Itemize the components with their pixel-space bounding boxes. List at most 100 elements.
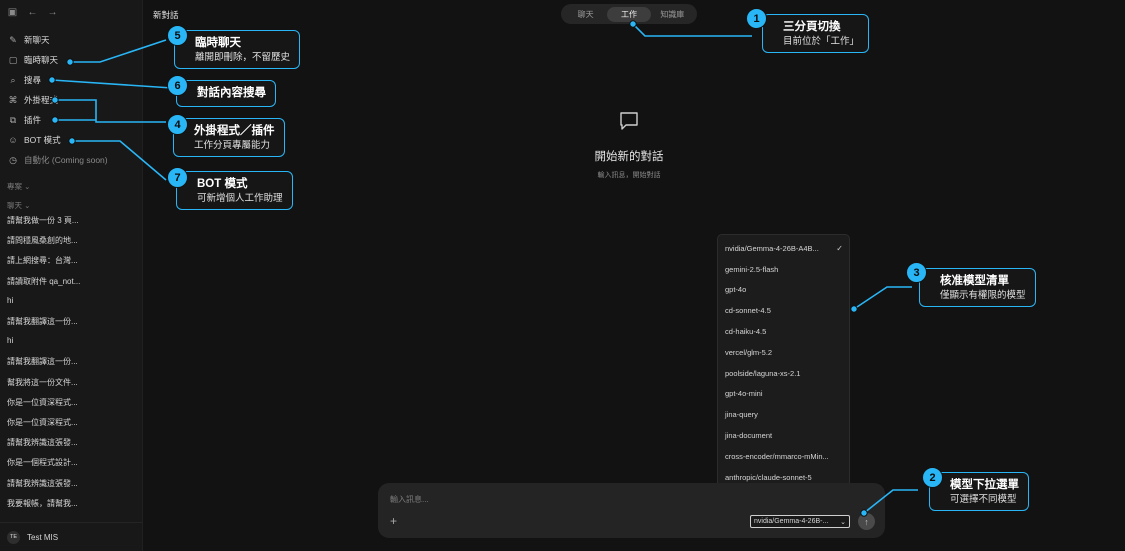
chat-bubble-icon (620, 112, 638, 130)
chevron-down-icon: ⌄ (840, 518, 846, 526)
model-option[interactable]: jina-document (718, 425, 849, 446)
user-name: Test MIS (27, 532, 59, 542)
callout-title: 外掛程式／插件 (194, 125, 275, 137)
model-option-label: jina-document (725, 431, 773, 441)
sidebar-item-label: BOT 模式 (24, 135, 61, 145)
sidebar-item-automation: ◷ 自動化 (Coming soon) (7, 151, 137, 169)
projects-header[interactable]: 專案 ⌄ (7, 181, 30, 192)
chat-history-item[interactable]: hi (7, 336, 137, 345)
callout-desc: 可選擇不同模型 (950, 494, 1017, 505)
model-option-label: gpt-4o-mini (725, 389, 763, 399)
plugin-icon: ⌘ (8, 94, 18, 105)
message-composer: 輸入訊息... + nvidia/Gemma-4-26B-... ⌄ ↑ (378, 483, 885, 538)
panel-icon[interactable]: ▣ (7, 7, 18, 18)
model-option-label: vercel/glm-5.2 (725, 347, 773, 357)
sidebar: ▣ ← → ✎ 新聊天 ▢ 臨時聊天 ⌕ 搜尋 ⌘ 外掛程式 ⧉ 插件 ☺ BO… (0, 0, 143, 551)
model-dropdown-menu: nvidia/Gemma-4-26B-A4B... ✓ gemini-2.5-fla… (717, 234, 850, 512)
tab-work[interactable]: 工作 (607, 6, 651, 22)
callout-desc: 離開即刪除，不留歷史 (195, 52, 291, 63)
model-select-value: nvidia/Gemma-4-26B-... (754, 518, 829, 525)
tab-knowledge[interactable]: 知識庫 (651, 7, 694, 22)
sidebar-item-label: 插件 (24, 115, 42, 125)
forward-icon[interactable]: → (47, 7, 58, 18)
model-option[interactable]: cd-haiku-4.5 (718, 321, 849, 342)
chat-history-item[interactable]: 幫我將這一份文件... (7, 377, 137, 388)
callout-badge: 4 (167, 114, 188, 135)
sidebar-item-bot-mode[interactable]: ☺ BOT 模式 (7, 131, 137, 149)
chat-history-item[interactable]: 請幫我翻譯這一份... (7, 316, 137, 327)
chats-header[interactable]: 聊天 ⌄ (7, 200, 30, 211)
callout-badge: 5 (167, 25, 188, 46)
sidebar-item-extensions[interactable]: ⧉ 插件 (7, 111, 137, 129)
send-button[interactable]: ↑ (858, 513, 875, 530)
chat-history-item[interactable]: 請幫我做一份 3 頁... (7, 215, 137, 226)
puzzle-icon: ⧉ (9, 114, 17, 125)
chat-history-item[interactable]: hi (7, 296, 137, 305)
tab-chat[interactable]: 聊天 (564, 7, 607, 22)
callout-badge: 6 (167, 75, 188, 96)
sidebar-toolbar: ▣ ← → (7, 7, 58, 18)
callout-6: 對話內容搜尋 (176, 80, 276, 107)
callout-1: 三分頁切換 目前位於「工作」 (762, 14, 870, 53)
model-option[interactable]: nvidia/Gemma-4-26B-A4B... ✓ (718, 238, 849, 259)
sidebar-item-search[interactable]: ⌕ 搜尋 (7, 71, 137, 89)
chat-history-item[interactable]: 請幫我翻譯這一份... (7, 356, 137, 367)
callout-title: 對話內容搜尋 (197, 87, 266, 99)
edit-icon: ✎ (9, 34, 17, 45)
model-option-label: gpt-4o (725, 285, 747, 295)
model-select[interactable]: nvidia/Gemma-4-26B-... ⌄ (750, 515, 850, 528)
chat-history-item[interactable]: 請問穩風桑創的地... (7, 235, 137, 246)
callout-badge: 3 (906, 262, 927, 283)
model-option-label: cross-encoder/mmarco-mMin... (725, 451, 829, 461)
callout-badge: 7 (167, 167, 188, 188)
callout-4: 外掛程式／插件 工作分頁專屬能力 (173, 118, 285, 157)
callout-5: 臨時聊天 離開即刪除，不留歷史 (174, 30, 301, 69)
model-option[interactable]: jina-query (718, 404, 849, 425)
sidebar-item-label: 外掛程式 (24, 95, 59, 105)
model-option-label: gemini-2.5-flash (725, 264, 779, 274)
model-option[interactable]: cd-sonnet-4.5 (718, 300, 849, 321)
callout-title: 核准模型清單 (940, 275, 1009, 287)
message-input[interactable]: 輸入訊息... (390, 494, 429, 505)
sidebar-item-label: 臨時聊天 (24, 55, 59, 65)
avatar: TE (7, 530, 20, 544)
model-option[interactable]: poolside/laguna-xs-2.1 (718, 363, 849, 384)
model-option-label: cd-sonnet-4.5 (725, 306, 771, 316)
connector-1 (632, 23, 752, 37)
chat-history-item[interactable]: 請上網搜尋：台灣... (7, 255, 137, 266)
chat-history-item[interactable]: 我要報帳，請幫我... (7, 498, 137, 509)
chat-icon: ▢ (8, 54, 18, 65)
callout-2: 模型下拉選單 可選擇不同模型 (929, 472, 1029, 511)
callout-title: BOT 模式 (197, 178, 248, 190)
callout-desc: 目前位於「工作」 (783, 36, 860, 47)
model-option[interactable]: gpt-4o-mini (718, 384, 849, 405)
model-option[interactable]: gpt-4o (718, 280, 849, 301)
model-option[interactable]: gemini-2.5-flash (718, 259, 849, 280)
chat-history-item[interactable]: 請幫我辨識這張發... (7, 437, 137, 448)
check-icon: ✓ (836, 243, 843, 253)
callout-title: 臨時聊天 (195, 37, 241, 49)
chat-history-item[interactable]: 你是一位資深程式... (7, 397, 137, 408)
callout-desc: 工作分頁專屬能力 (194, 140, 271, 151)
chat-history-item[interactable]: 你是一個程式設計... (7, 457, 137, 468)
model-option-label: poolside/laguna-xs-2.1 (725, 368, 801, 378)
empty-state-subtitle: 輸入訊息，開始對話 (597, 172, 661, 179)
callout-badge: 1 (746, 8, 767, 29)
chat-history-item[interactable]: 請讀取附件 qa_not... (7, 276, 137, 287)
sidebar-item-plugins[interactable]: ⌘ 外掛程式 (7, 91, 137, 109)
sidebar-item-new-chat[interactable]: ✎ 新聊天 (7, 31, 137, 49)
model-option[interactable]: vercel/glm-5.2 (718, 342, 849, 363)
add-attachment-button[interactable]: + (390, 514, 397, 528)
search-icon: ⌕ (10, 74, 16, 85)
sidebar-item-temporary-chat[interactable]: ▢ 臨時聊天 (7, 51, 137, 69)
callout-desc: 可新增個人工作助理 (197, 193, 283, 204)
clock-icon: ◷ (9, 154, 17, 165)
back-icon[interactable]: ← (27, 7, 38, 18)
chat-history-item[interactable]: 請幫我辨識這張發... (7, 478, 137, 489)
model-option[interactable]: cross-encoder/mmarco-mMin... (718, 446, 849, 467)
callout-desc: 僅顯示有權限的模型 (940, 290, 1026, 301)
model-option-label: jina-query (725, 410, 758, 420)
user-profile[interactable]: TE Test MIS (0, 522, 143, 551)
model-option-label: nvidia/Gemma-4-26B-A4B... (725, 243, 819, 253)
chat-history-item[interactable]: 你是一位資深程式... (7, 417, 137, 428)
